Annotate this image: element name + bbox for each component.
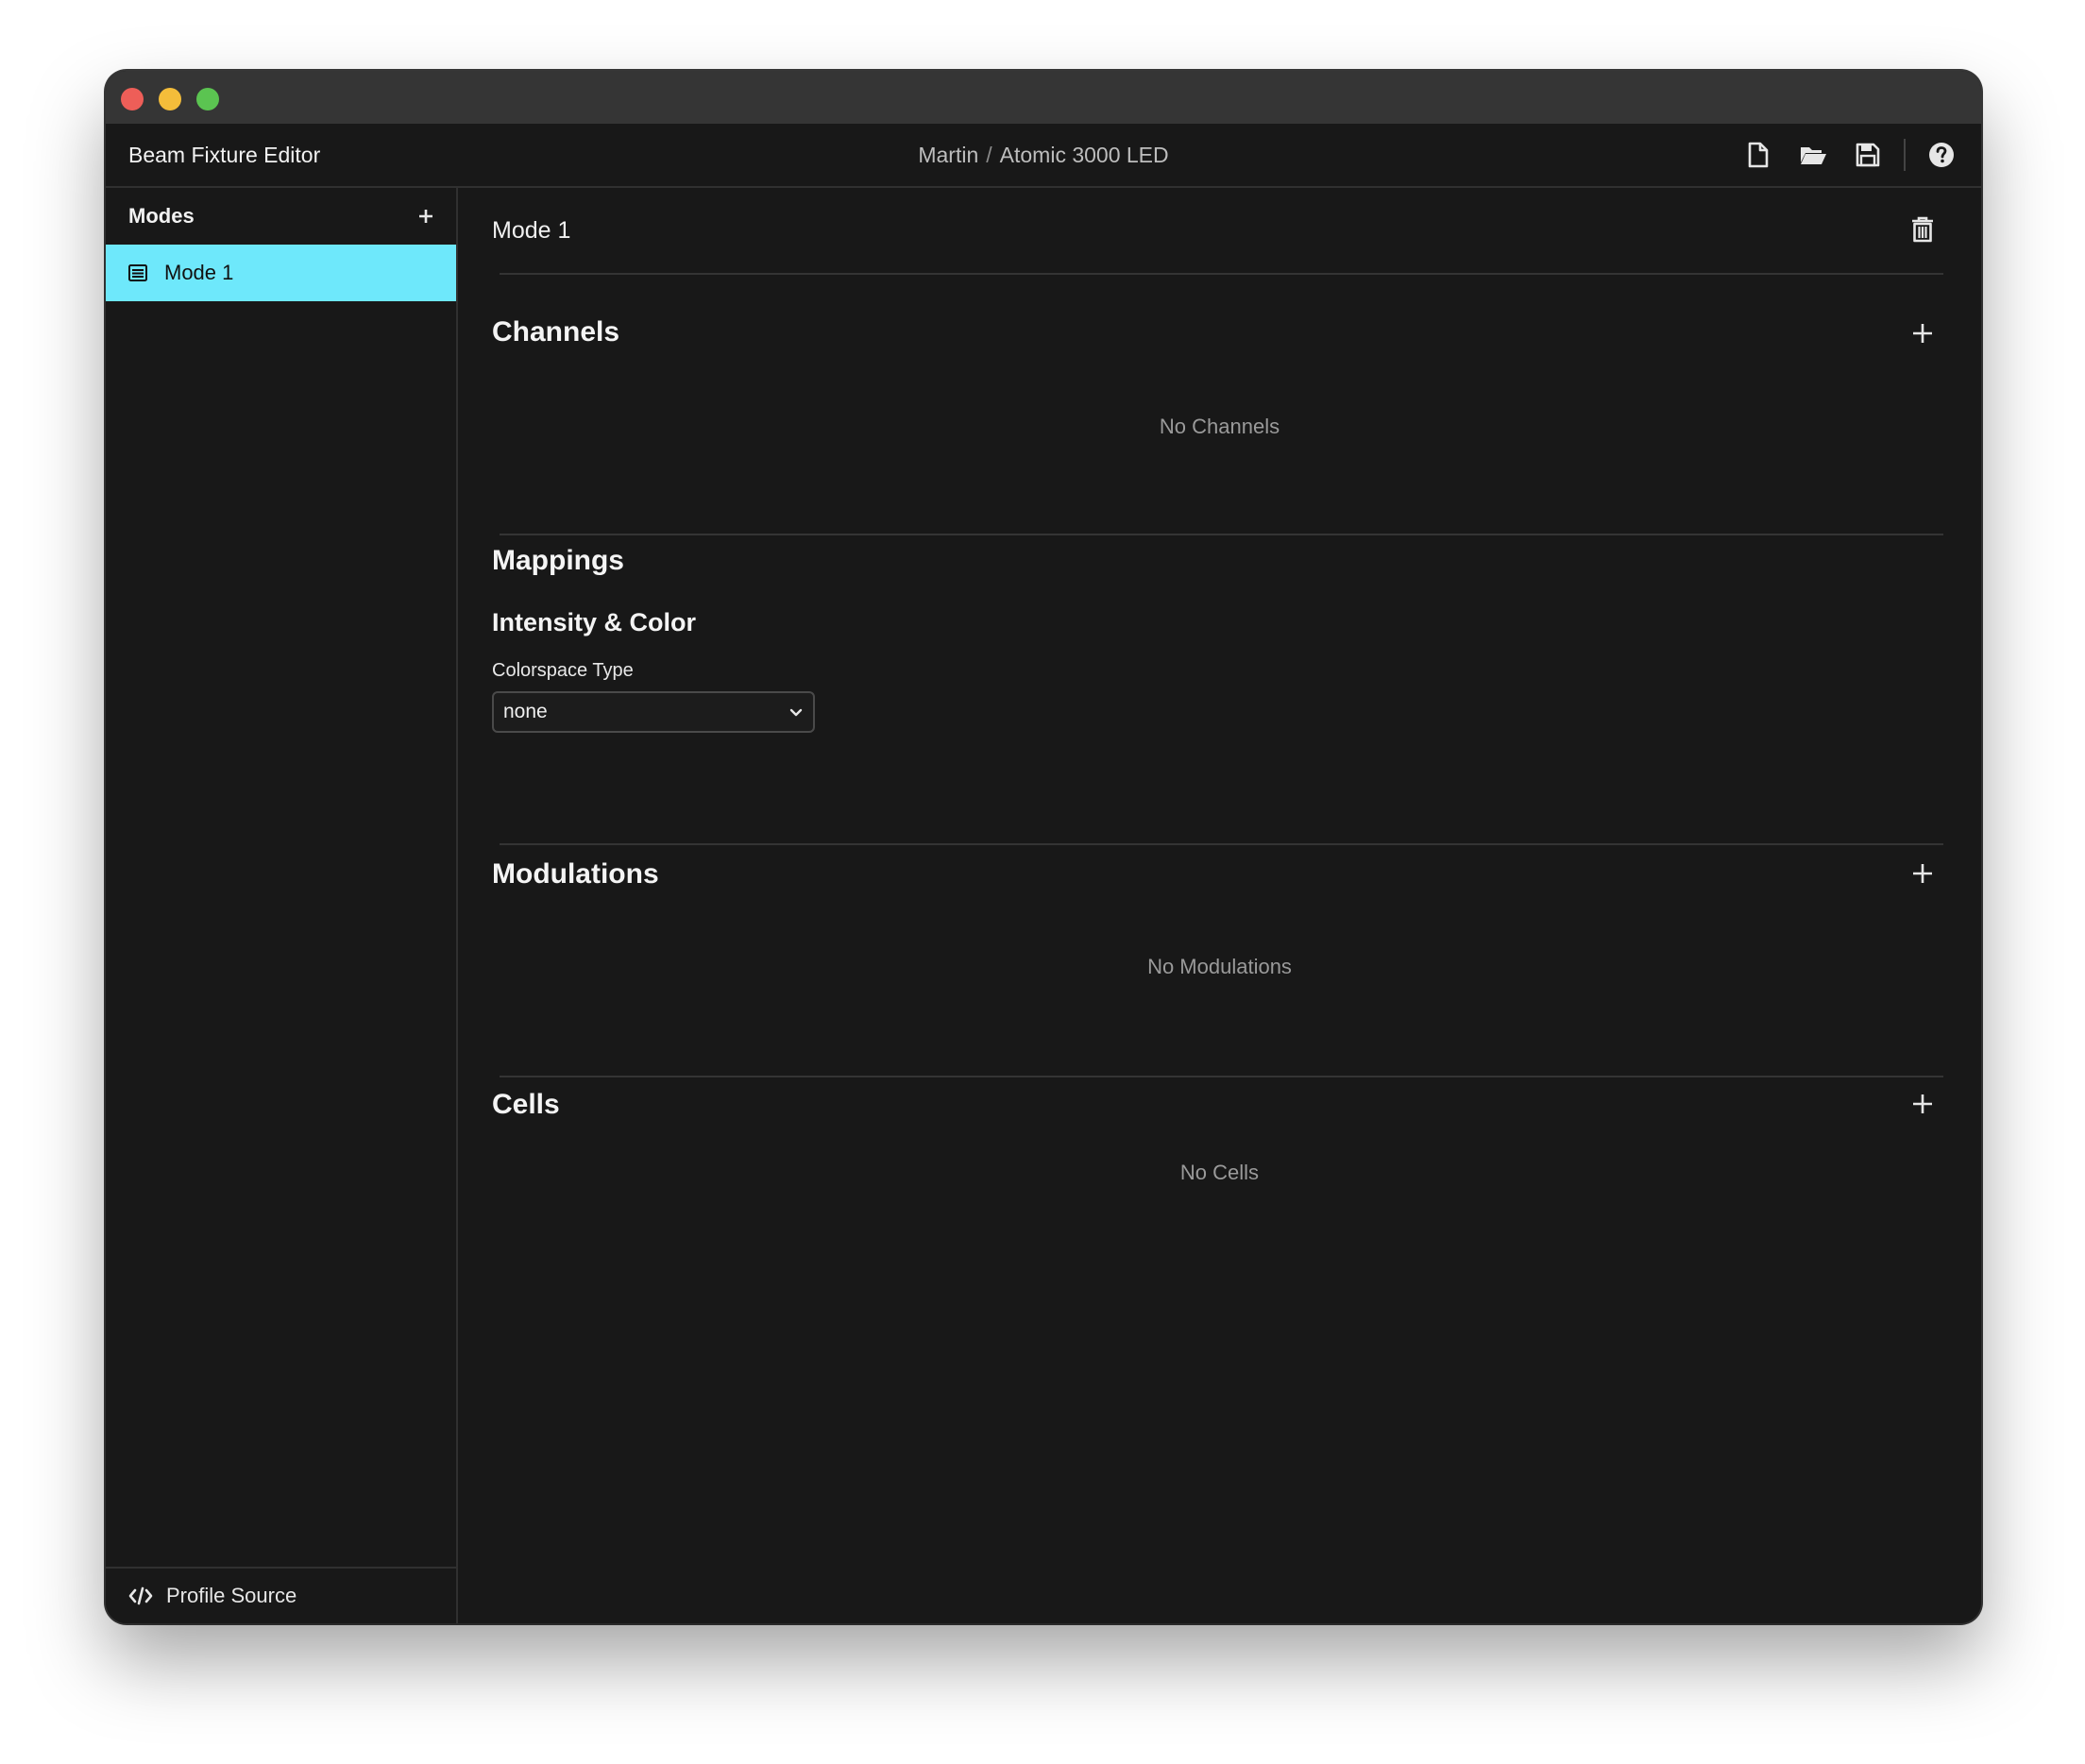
- add-channel-button[interactable]: [1904, 314, 1941, 352]
- toolbar: [1724, 124, 1962, 186]
- mode-detail-panel: Mode 1 Channels No Channels Mappings Int…: [458, 188, 1981, 1623]
- list-icon: [128, 263, 149, 283]
- section-divider: [500, 1076, 1943, 1077]
- open-file-button[interactable]: [1792, 134, 1834, 176]
- colorspace-type-value: none: [503, 701, 548, 722]
- save-icon: [1856, 143, 1880, 167]
- mappings-title: Mappings: [492, 545, 624, 576]
- new-file-icon: [1748, 142, 1769, 168]
- colorspace-type-label: Colorspace Type: [492, 660, 634, 681]
- close-window-button[interactable]: [121, 88, 144, 110]
- new-file-button[interactable]: [1738, 134, 1779, 176]
- add-modulation-button[interactable]: [1904, 855, 1941, 892]
- profile-source-button[interactable]: Profile Source: [106, 1567, 456, 1623]
- mode-name[interactable]: Mode 1: [492, 188, 570, 273]
- help-icon: [1929, 143, 1954, 167]
- zoom-window-button[interactable]: [196, 88, 219, 110]
- modulations-empty-state: No Modulations: [1147, 955, 1292, 978]
- model-name: Atomic 3000 LED: [999, 143, 1169, 167]
- add-mode-button[interactable]: [409, 199, 443, 233]
- section-divider: [500, 534, 1943, 535]
- sidebar-item-mode-1[interactable]: Mode 1: [106, 245, 456, 301]
- toolbar-divider: [1904, 139, 1906, 171]
- channels-empty-state: No Channels: [1159, 415, 1280, 438]
- app-window: Beam Fixture Editor Martin / Atomic 3000 L…: [106, 71, 1981, 1623]
- mode-header: Mode 1: [492, 188, 1941, 273]
- plus-icon: [1913, 324, 1932, 343]
- help-button[interactable]: [1921, 134, 1962, 176]
- open-folder-icon: [1801, 147, 1826, 164]
- code-icon: [128, 1586, 153, 1606]
- profile-source-label: Profile Source: [166, 1584, 297, 1607]
- manufacturer-name: Martin: [918, 143, 979, 167]
- app-header: Beam Fixture Editor Martin / Atomic 3000 L…: [106, 124, 1981, 188]
- window-titlebar[interactable]: [106, 71, 1981, 124]
- modes-sidebar: Modes Mode 1 Profile Source: [106, 188, 458, 1623]
- document-title: Martin / Atomic 3000 LED: [106, 124, 1981, 186]
- section-divider: [500, 273, 1943, 275]
- plus-icon: [1913, 1094, 1932, 1113]
- intensity-color-title: Intensity & Color: [492, 608, 697, 636]
- cells-title: Cells: [492, 1089, 560, 1120]
- chevron-down-icon: [789, 708, 803, 717]
- plus-icon: [419, 210, 432, 223]
- minimize-window-button[interactable]: [159, 88, 181, 110]
- modes-title: Modes: [128, 204, 195, 228]
- cells-empty-state: No Cells: [1179, 1161, 1260, 1184]
- title-separator: /: [986, 143, 992, 167]
- colorspace-type-select[interactable]: none: [492, 691, 815, 733]
- add-cell-button[interactable]: [1904, 1085, 1941, 1123]
- trash-icon: [1912, 216, 1933, 243]
- modes-header: Modes: [106, 188, 456, 245]
- save-button[interactable]: [1847, 134, 1889, 176]
- mode-item-label: Mode 1: [164, 261, 234, 284]
- section-divider: [500, 843, 1943, 845]
- delete-mode-button[interactable]: [1904, 211, 1941, 248]
- modulations-title: Modulations: [492, 858, 659, 890]
- channels-title: Channels: [492, 316, 620, 348]
- plus-icon: [1913, 864, 1932, 883]
